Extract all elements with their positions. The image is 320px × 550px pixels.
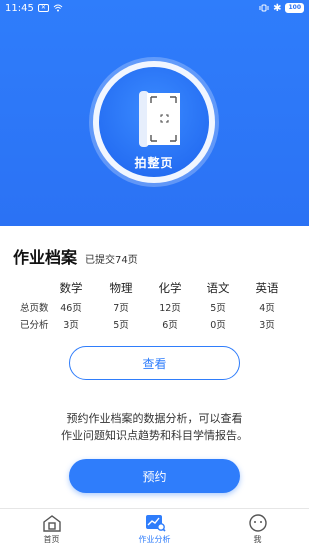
tab-analysis[interactable]: 作业分析 (103, 509, 206, 550)
tab-home[interactable]: 首页 (0, 509, 103, 550)
subject-header: 数学 (59, 281, 83, 295)
profile-icon (248, 514, 267, 532)
subject-header: 物理 (109, 281, 133, 295)
tab-label: 首页 (43, 535, 60, 544)
subject-header: 英语 (255, 281, 279, 295)
scan-circle: 拍整页 (89, 57, 219, 187)
archive-header: 作业档案 已提交74页 (13, 244, 138, 268)
table-cell: 6页 (162, 320, 178, 331)
home-icon (42, 515, 61, 532)
archive-table: 数学 物理 化学 语文 英语 总页数 46页 7页 12页 5页 4页 已分析 … (0, 280, 309, 334)
description-line-2: 作业问题知识点趋势和科目学情报告。 (61, 429, 248, 442)
archive-title: 作业档案 (13, 248, 78, 267)
table-cell: 5页 (210, 303, 226, 314)
subject-header: 语文 (206, 281, 230, 295)
table-cell: 3页 (63, 320, 79, 331)
table-cell: 4页 (259, 303, 275, 314)
analysis-icon (145, 515, 166, 532)
table-cell: 12页 (159, 303, 181, 314)
table-cell: 0页 (210, 320, 226, 331)
book-icon (139, 91, 180, 147)
shoot-page-button[interactable]: 拍整页 (99, 67, 209, 177)
hero-banner: 11:45 ✕ ✱ 100 拍整页 (0, 0, 309, 226)
description-line-1: 预约作业档案的数据分析，可以查看 (66, 412, 243, 425)
table-cell: 5页 (113, 320, 129, 331)
submitted-count: 已提交74页 (85, 255, 138, 266)
archive-card: 作业档案 已提交74页 数学 物理 化学 语文 英语 总页数 46页 7页 12… (0, 226, 309, 508)
table-row: 已分析 3页 5页 6页 0页 3页 (0, 317, 309, 334)
bottom-tabbar: 首页 作业分析 我 (0, 508, 309, 550)
subject-header: 化学 (158, 281, 182, 295)
tab-label: 作业分析 (138, 535, 171, 544)
view-button[interactable]: 查看 (69, 346, 240, 380)
tab-label: 我 (253, 535, 262, 544)
tab-profile[interactable]: 我 (206, 509, 309, 550)
table-cell: 46页 (60, 303, 82, 314)
table-header-row: 数学 物理 化学 语文 英语 (0, 280, 309, 300)
book-button[interactable]: 预约 (69, 459, 240, 493)
table-cell: 7页 (113, 303, 129, 314)
table-cell: 3页 (259, 320, 275, 331)
table-row: 总页数 46页 7页 12页 5页 4页 (0, 300, 309, 317)
shoot-page-label: 拍整页 (134, 156, 174, 170)
